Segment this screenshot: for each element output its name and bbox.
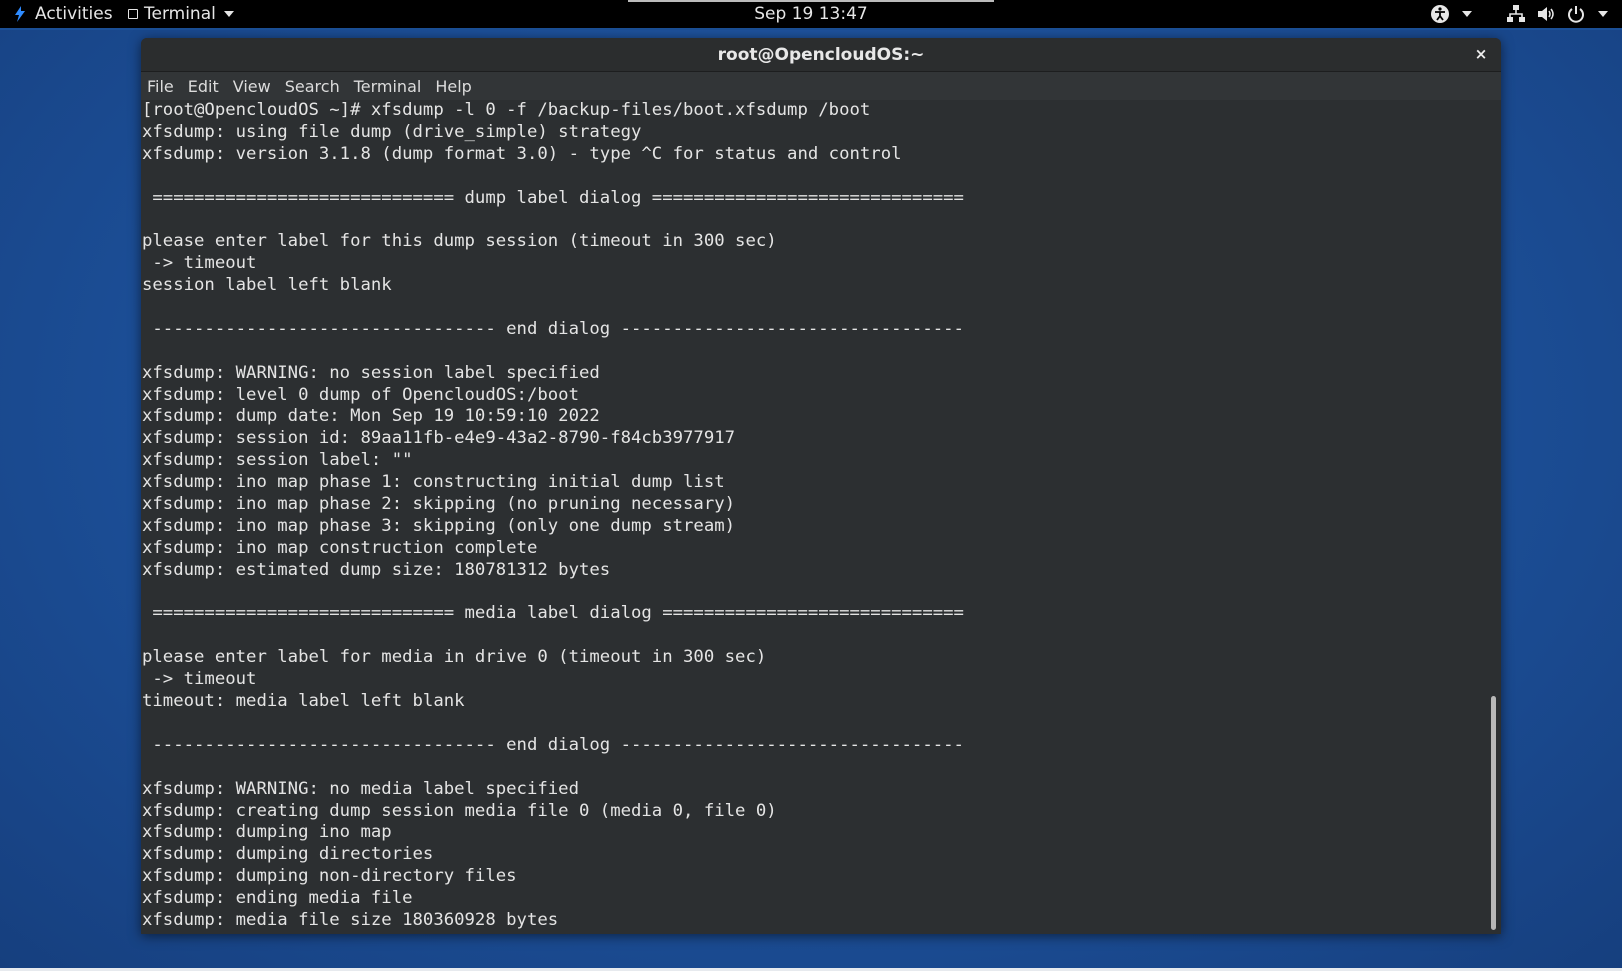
terminal-line: session label left blank	[142, 275, 392, 296]
terminal-window[interactable]: root@OpencloudOS:~ × File Edit View Sear…	[141, 38, 1501, 934]
terminal-line: xfsdump: session id: 89aa11fb-e4e9-43a2-…	[142, 428, 736, 449]
chevron-down-icon[interactable]	[1598, 11, 1608, 17]
menu-bar: File Edit View Search Terminal Help	[141, 72, 1501, 100]
app-menu-label: Terminal	[144, 4, 216, 24]
network-icon[interactable]	[1506, 4, 1526, 24]
system-tray[interactable]	[1430, 0, 1608, 28]
terminal-line: xfsdump: WARNING: no session label speci…	[142, 362, 600, 383]
terminal-output[interactable]: [root@OpencloudOS ~]# xfsdump -l 0 -f /b…	[141, 100, 1501, 934]
terminal-line: xfsdump: ino map construction complete	[142, 537, 538, 558]
terminal-line: xfsdump: WARNING: no media label specifi…	[142, 778, 579, 799]
terminal-line: -> timeout	[142, 253, 257, 274]
volume-icon[interactable]	[1536, 4, 1556, 24]
terminal-line: ============================= dump label…	[142, 187, 964, 208]
terminal-line: xfsdump: ino map phase 1: constructing i…	[142, 472, 725, 493]
terminal-line: xfsdump: session label: ""	[142, 450, 413, 471]
terminal-line: xfsdump: ino map phase 2: skipping (no p…	[142, 494, 736, 515]
terminal-line: xfsdump: media file size 180360928 bytes	[142, 909, 559, 930]
menu-view[interactable]: View	[233, 77, 271, 96]
window-titlebar[interactable]: root@OpencloudOS:~ ×	[141, 38, 1501, 72]
chevron-down-icon	[223, 11, 234, 17]
terminal-line: xfsdump: level 0 dump of OpencloudOS:/bo…	[142, 384, 579, 405]
window-title: root@OpencloudOS:~	[717, 44, 925, 65]
terminal-line: --------------------------------- end di…	[142, 318, 964, 339]
terminal-line: xfsdump: dumping non-directory files	[142, 866, 517, 887]
menu-terminal[interactable]: Terminal	[354, 77, 422, 96]
terminal-line: xfsdump: ending media file	[142, 888, 413, 909]
accessibility-icon[interactable]	[1430, 4, 1450, 24]
clock[interactable]: Sep 19 13:47	[628, 0, 994, 28]
power-icon[interactable]	[1566, 4, 1586, 24]
terminal-line: please enter label for this dump session…	[142, 231, 777, 252]
clock-label: Sep 19 13:47	[754, 4, 868, 24]
terminal-line: timeout: media label left blank	[142, 691, 465, 712]
terminal-line: xfsdump: estimated dump size: 180781312 …	[142, 559, 611, 580]
activities-label: Activities	[35, 4, 113, 24]
terminal-line: xfsdump: version 3.1.8 (dump format 3.0)…	[142, 143, 902, 164]
terminal-line: -> timeout	[142, 669, 257, 690]
distro-logo-icon	[15, 6, 25, 22]
close-icon[interactable]: ×	[1471, 44, 1491, 64]
terminal-line: please enter label for media in drive 0 …	[142, 647, 767, 668]
menu-help[interactable]: Help	[435, 77, 471, 96]
menu-file[interactable]: File	[147, 77, 174, 96]
terminal-line: xfsdump: ino map phase 3: skipping (only…	[142, 515, 736, 536]
menu-search[interactable]: Search	[285, 77, 340, 96]
terminal-line: xfsdump: dumping ino map	[142, 822, 392, 843]
terminal-line: --------------------------------- end di…	[142, 734, 964, 755]
chevron-down-icon[interactable]	[1462, 11, 1472, 17]
terminal-line: xfsdump: creating dump session media fil…	[142, 800, 777, 821]
terminal-line: xfsdump: using file dump (drive_simple) …	[142, 121, 642, 142]
top-bar: Activities Terminal Sep 19 13:47	[0, 0, 1622, 28]
terminal-app-icon	[128, 9, 138, 19]
terminal-line: xfsdump: dumping directories	[142, 844, 434, 865]
menu-edit[interactable]: Edit	[188, 77, 219, 96]
scrollbar-thumb[interactable]	[1491, 696, 1496, 930]
app-menu[interactable]: Terminal	[128, 0, 234, 28]
activities-button[interactable]: Activities	[12, 0, 113, 28]
terminal-line: [root@OpencloudOS ~]# xfsdump -l 0 -f /b…	[142, 100, 871, 120]
terminal-line: xfsdump: dump date: Mon Sep 19 10:59:10 …	[142, 406, 600, 427]
terminal-line: ============================= media labe…	[142, 603, 964, 624]
